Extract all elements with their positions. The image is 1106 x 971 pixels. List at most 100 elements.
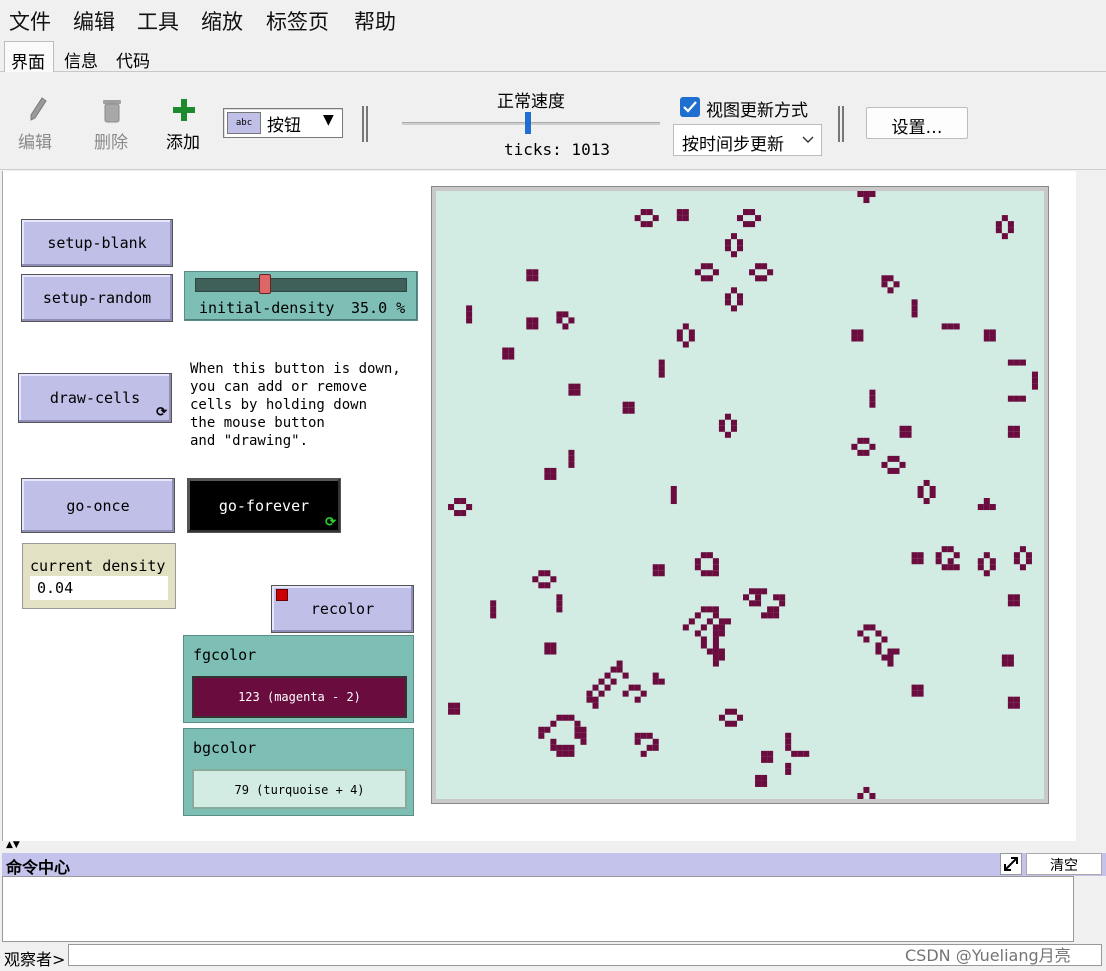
live-cell [688, 618, 695, 625]
live-cell [700, 275, 707, 282]
speed-slider-track[interactable] [402, 122, 660, 125]
live-cell [466, 311, 473, 318]
live-cell [881, 275, 888, 282]
setup-blank-button[interactable]: setup-blank [21, 219, 173, 267]
slider-name: initial-density [199, 299, 335, 317]
live-cell [700, 636, 707, 643]
splitter[interactable]: ▲▼ [0, 841, 1106, 853]
live-cell [556, 750, 563, 757]
live-cell [857, 792, 864, 799]
live-cell [893, 648, 900, 655]
live-cell [941, 564, 948, 571]
bgcolor-swatch[interactable]: 79 (turquoise + 4) [192, 769, 407, 809]
live-cell [1001, 660, 1008, 667]
bgcolor-chooser[interactable]: bgcolor 79 (turquoise + 4) [183, 728, 414, 816]
delete-button[interactable]: 删除 [88, 80, 134, 153]
settings-button[interactable]: 设置… [866, 107, 968, 139]
edit-button[interactable]: 编辑 [14, 80, 60, 153]
go-forever-button[interactable]: go-forever ⟳ [187, 478, 341, 533]
live-cell [712, 564, 719, 571]
live-cell [724, 239, 731, 246]
menu-tabs[interactable]: 标签页 [266, 6, 329, 36]
live-cell [556, 594, 563, 601]
slider-track[interactable] [195, 278, 407, 292]
menu-zoom[interactable]: 缩放 [201, 6, 243, 36]
draw-cells-button[interactable]: draw-cells ⟳ [18, 373, 172, 423]
collapse-arrows-icon[interactable]: ▲▼ [6, 841, 20, 850]
vertical-scrollbar[interactable] [1076, 171, 1106, 841]
live-cell [550, 744, 557, 751]
live-cell [712, 558, 719, 565]
view-update-checkbox[interactable] [680, 97, 700, 117]
live-cell [1007, 594, 1014, 601]
live-cell [652, 678, 659, 685]
live-cell [568, 714, 575, 721]
live-cell [670, 498, 677, 505]
live-cell [532, 269, 539, 276]
command-input-row: 观察者> CSDN @Yueliang月亮 [0, 942, 1106, 971]
note-line: When this button is down, [190, 361, 401, 377]
live-cell [1025, 552, 1032, 559]
live-cell [749, 600, 756, 607]
live-cell [923, 479, 930, 486]
live-cell [508, 347, 515, 354]
output-scrollbar[interactable] [1074, 876, 1104, 942]
tab-code[interactable]: 代码 [110, 41, 160, 72]
live-cell [857, 191, 864, 198]
live-cell [947, 558, 954, 565]
live-cell [652, 570, 659, 577]
widget-type-dropdown[interactable]: abc 按钮 ▼ [223, 108, 343, 138]
live-cell [875, 642, 882, 649]
live-cell [706, 263, 713, 270]
speed-label: 正常速度 [497, 92, 565, 112]
live-cell [881, 461, 888, 468]
clear-button[interactable]: 清空 [1026, 853, 1102, 875]
add-button[interactable]: 添加 [160, 80, 206, 153]
live-cell [1007, 702, 1014, 709]
live-cell [718, 618, 725, 625]
observer-selector[interactable]: 观察者> [4, 946, 65, 970]
live-cell [526, 275, 533, 282]
live-cell [953, 564, 960, 571]
menu-edit[interactable]: 编辑 [73, 6, 115, 36]
menu-tools[interactable]: 工具 [137, 6, 179, 36]
error-flag-icon [276, 589, 288, 601]
live-cell [634, 696, 641, 703]
fgcolor-swatch[interactable]: 123 (magenta - 2) [192, 676, 407, 718]
live-cell [881, 636, 888, 643]
live-cell [785, 738, 792, 745]
live-cell [941, 546, 948, 553]
go-once-button[interactable]: go-once [21, 478, 175, 533]
expand-icon[interactable] [1000, 853, 1022, 875]
slider-thumb[interactable] [259, 274, 271, 294]
menu-file[interactable]: 文件 [9, 6, 51, 36]
initial-density-slider[interactable]: initial-density 35.0 % [184, 271, 418, 321]
live-cell [670, 485, 677, 492]
live-cell [1013, 696, 1020, 703]
live-cell [761, 780, 768, 787]
fgcolor-chooser[interactable]: fgcolor 123 (magenta - 2) [183, 635, 414, 723]
live-cell [791, 750, 798, 757]
live-cell [736, 299, 744, 306]
live-cell [761, 263, 768, 270]
live-cell [887, 455, 894, 462]
speed-slider-thumb[interactable] [525, 112, 531, 134]
live-cell [550, 720, 557, 727]
update-mode-select[interactable]: 按时间步更新 [673, 124, 822, 156]
live-cell [911, 684, 918, 691]
menu-help[interactable]: 帮助 [354, 6, 396, 36]
plus-icon [173, 99, 195, 121]
tab-info[interactable]: 信息 [58, 41, 108, 72]
setup-random-button[interactable]: setup-random [21, 274, 173, 322]
live-cell [532, 317, 539, 324]
chevron-down-icon: ▼ [323, 112, 334, 128]
live-cell [761, 774, 768, 781]
live-cell [863, 197, 870, 204]
recolor-button[interactable]: recolor [271, 585, 414, 633]
tab-interface[interactable]: 界面 [4, 41, 54, 73]
live-cell [893, 281, 900, 288]
live-cell [767, 756, 774, 763]
live-cell [574, 720, 581, 727]
live-cell [640, 690, 647, 697]
world-view[interactable] [436, 191, 1044, 799]
